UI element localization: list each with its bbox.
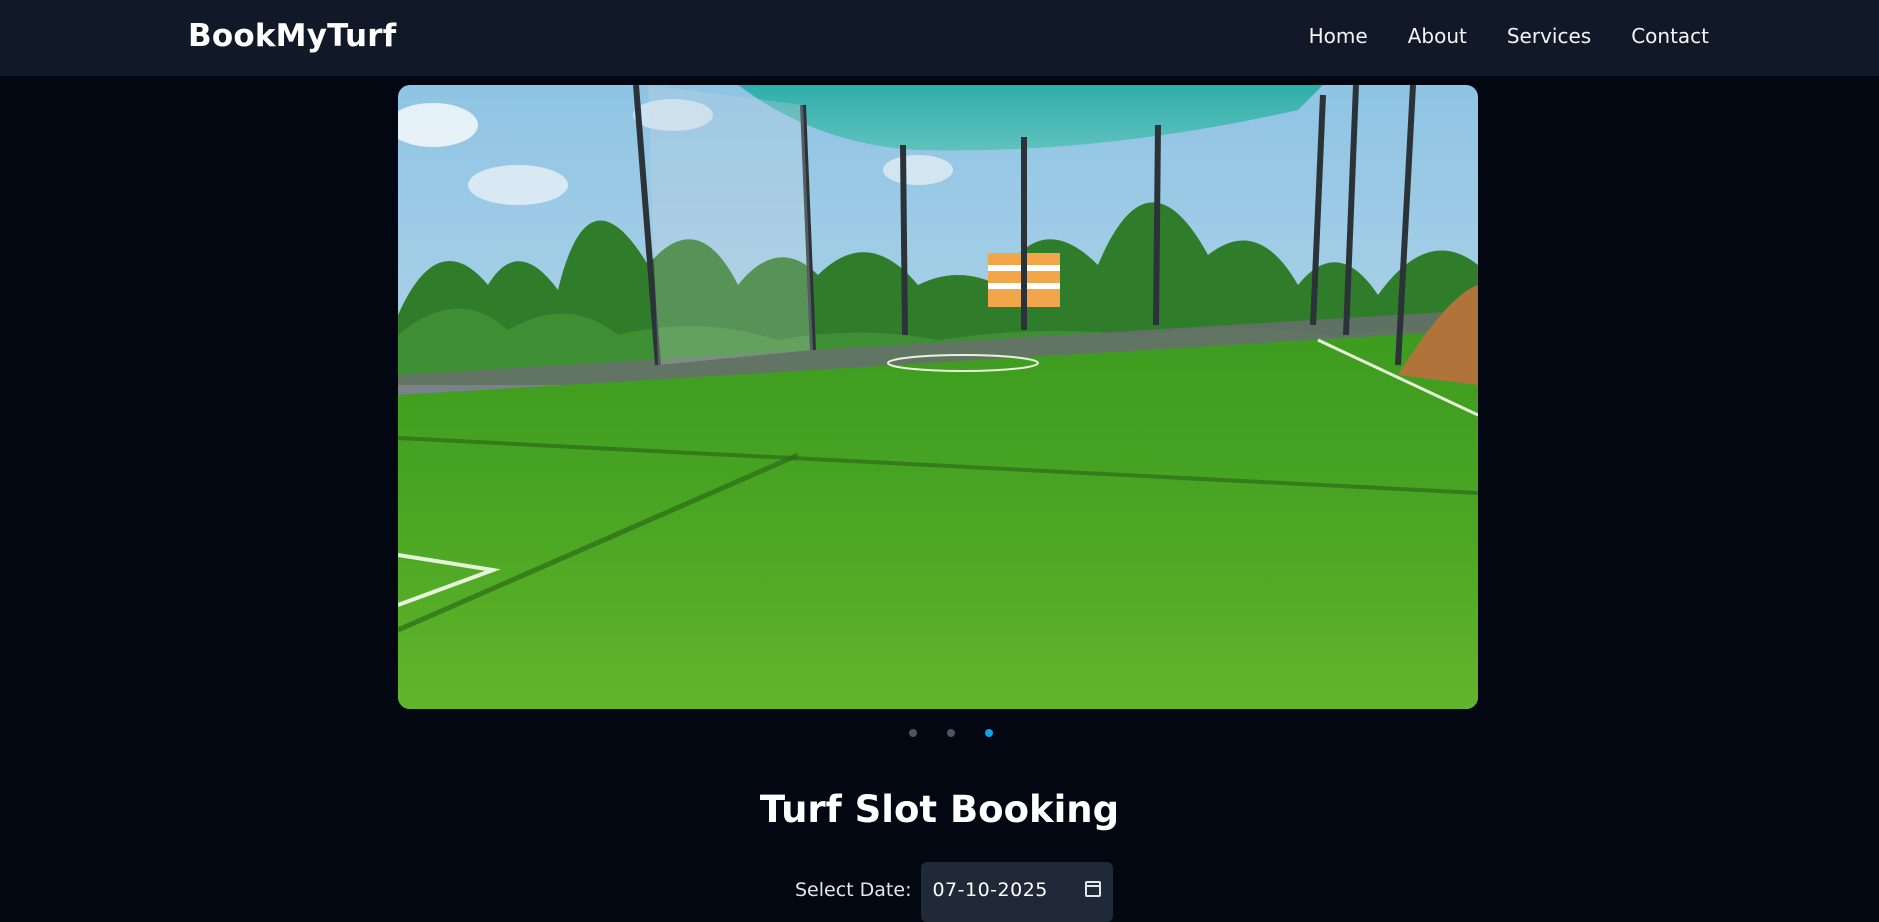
date-value: 07-10-2025 [932, 879, 1048, 901]
nav-contact-link[interactable]: Contact [1631, 24, 1709, 48]
nav-home-link[interactable]: Home [1309, 24, 1368, 48]
nav-services-link[interactable]: Services [1507, 24, 1591, 48]
carousel-dot-2[interactable] [946, 729, 955, 737]
page-title: Turf Slot Booking [759, 788, 1120, 831]
date-input[interactable]: 07-10-2025 [921, 862, 1114, 922]
calendar-icon[interactable] [1085, 881, 1102, 897]
turf-carousel-image[interactable] [398, 85, 1478, 709]
date-selector: Select Date: 07-10-2025 [795, 862, 1114, 922]
navbar: BookMyTurf Home About Services Contact [0, 0, 1879, 76]
brand-logo[interactable]: BookMyTurf [188, 18, 396, 54]
carousel-indicators [0, 729, 1879, 737]
date-label: Select Date: [795, 879, 912, 901]
carousel-dot-3[interactable] [984, 729, 993, 737]
nav-about-link[interactable]: About [1408, 24, 1467, 48]
turf-photo [398, 85, 1478, 709]
carousel-dot-1[interactable] [908, 729, 917, 737]
nav-links: Home About Services Contact [1309, 24, 1709, 48]
